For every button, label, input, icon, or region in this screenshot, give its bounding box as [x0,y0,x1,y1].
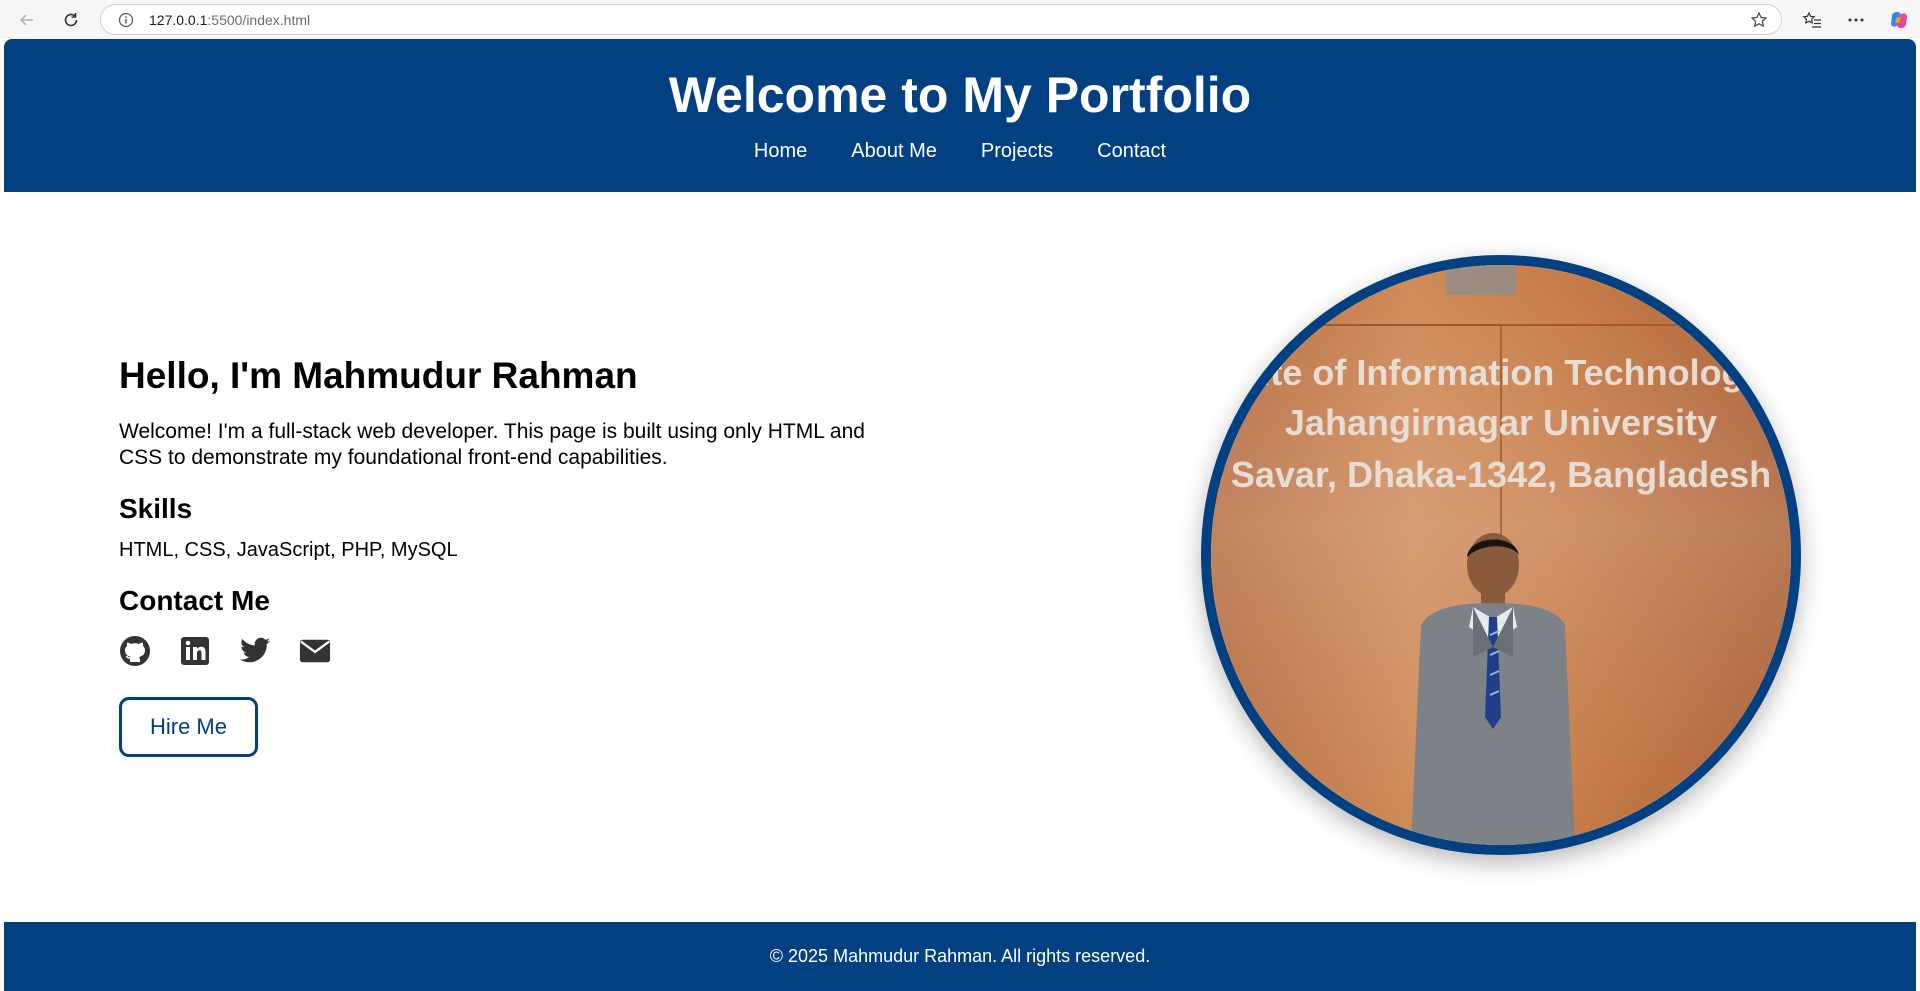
url-host: 127.0.0.1 [149,11,208,28]
envelope-icon[interactable] [299,635,331,667]
github-icon[interactable] [119,635,151,667]
site-title: Welcome to My Portfolio [668,67,1252,123]
social-links [119,635,331,667]
contact-heading: Contact Me [119,585,270,616]
site-footer: © 2025 Mahmudur Rahman. All rights reser… [4,922,1916,991]
site-header: Welcome to My Portfolio Home About Me Pr… [4,39,1916,192]
nav-home[interactable]: Home [754,140,807,163]
favorites-icon[interactable] [1797,5,1827,35]
sign-line-1: Institute of Information Technology (IIT… [1211,352,1791,393]
back-arrow-icon[interactable] [12,5,42,35]
profile-photo: Institute of Information Technology (IIT… [1201,255,1801,855]
copilot-icon[interactable] [1884,5,1914,35]
favorite-star-icon[interactable] [1749,10,1769,30]
main-nav: Home About Me Projects Contact [4,140,1916,163]
url-path: :5500/index.html [207,11,311,28]
hire-me-button[interactable]: Hire Me [119,697,258,757]
more-icon[interactable] [1841,5,1871,35]
browser-toolbar: 127.0.0.1:5500/index.html [0,0,1920,39]
reload-icon[interactable] [56,5,86,35]
sign-line-3: Savar, Dhaka-1342, Bangladesh [1231,454,1771,495]
hero-intro: Welcome! I'm a full-stack web developer.… [119,420,865,469]
address-bar[interactable]: 127.0.0.1:5500/index.html [100,4,1782,35]
sign-line-2: Jahangirnagar University [1285,402,1717,443]
url-text: 127.0.0.1:5500/index.html [149,12,310,28]
nav-projects[interactable]: Projects [981,140,1053,163]
twitter-icon[interactable] [239,635,271,667]
nav-contact[interactable]: Contact [1097,140,1166,163]
linkedin-icon[interactable] [179,635,211,667]
skills-heading: Skills [119,493,193,524]
hero-greeting: Hello, I'm Mahmudur Rahman [119,355,638,396]
nav-about-me[interactable]: About Me [851,140,937,163]
skills-list: HTML, CSS, JavaScript, PHP, MySQL [119,539,458,561]
footer-copyright: © 2025 Mahmudur Rahman. All rights reser… [769,946,1151,966]
page-viewport: Welcome to My Portfolio Home About Me Pr… [4,39,1916,991]
site-info-icon[interactable] [117,11,135,29]
